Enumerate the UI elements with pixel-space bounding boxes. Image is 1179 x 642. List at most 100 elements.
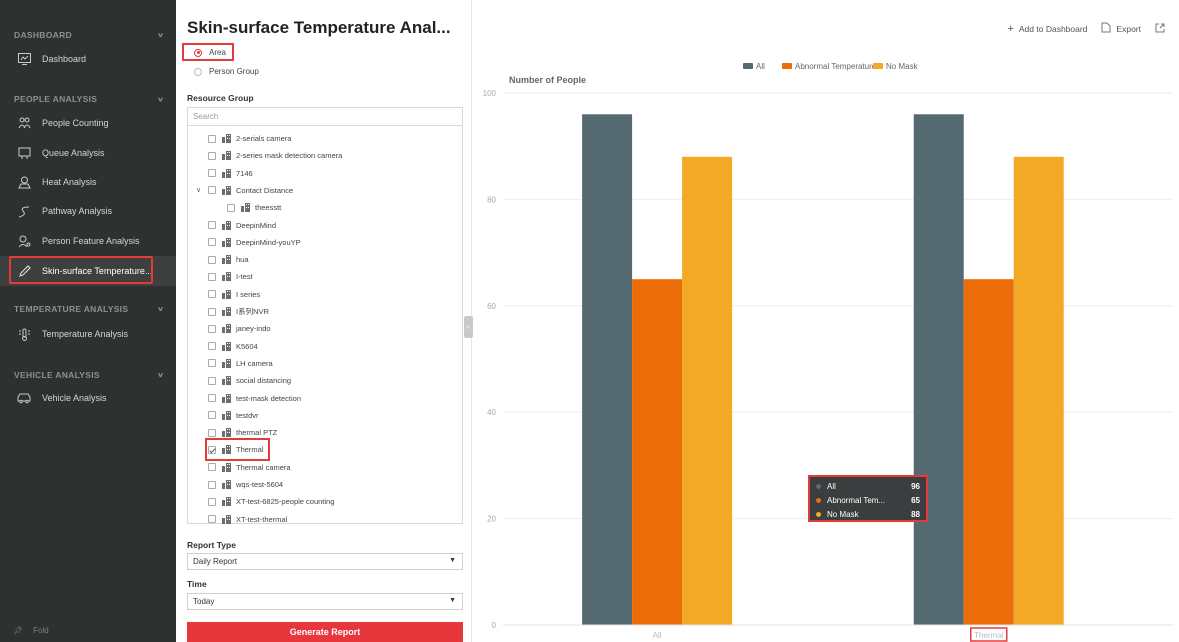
checkbox[interactable] — [227, 203, 235, 212]
checkbox[interactable] — [208, 151, 216, 160]
checkbox[interactable] — [208, 376, 216, 385]
checkbox[interactable] — [208, 134, 216, 143]
section-people-analysis[interactable]: PEOPLE ANALYSIS ∨ — [14, 94, 164, 104]
checkbox[interactable] — [208, 255, 216, 264]
sidebar-item-queue-analysis[interactable]: Queue Analysis — [0, 140, 176, 166]
tree-item-label: XT-test-thermal — [236, 514, 288, 524]
tree-item[interactable]: testdvr — [208, 407, 259, 424]
checkbox[interactable] — [208, 307, 216, 316]
building-icon — [222, 307, 231, 316]
chevron-down-icon[interactable]: ∨ — [157, 372, 164, 380]
pin-icon: 📌︎ — [13, 626, 24, 635]
tree-item[interactable]: XT-test-thermal — [208, 511, 287, 528]
tree-item[interactable]: LH camera — [208, 355, 273, 372]
chevron-down-icon[interactable]: ∨ — [157, 96, 164, 104]
building-icon — [222, 220, 231, 230]
section-vehicle-analysis[interactable]: VEHICLE ANALYSIS ∨ — [14, 370, 164, 380]
tree-item[interactable]: test-mask detection — [208, 390, 301, 407]
tree-item[interactable]: Thermal — [205, 438, 270, 462]
chevron-down-icon[interactable]: ∨ — [157, 306, 164, 314]
tree-item[interactable]: Thermal camera — [208, 459, 291, 476]
checkbox[interactable] — [208, 169, 216, 178]
time-label: Time — [187, 579, 207, 589]
page-title: Skin-surface Temperature Anal... — [187, 18, 451, 37]
tree-item[interactable]: XT-test-6825-people counting — [208, 493, 334, 510]
sidebar-item-vehicle-analysis[interactable]: Vehicle Analysis — [0, 385, 176, 411]
time-select[interactable]: Today ▼ — [187, 593, 463, 610]
pathway-icon — [17, 204, 31, 218]
tree-item[interactable]: 2-serials camera — [208, 130, 291, 147]
tree-item[interactable]: social distancing — [208, 372, 291, 389]
expand-chevron-icon[interactable]: ∨ — [196, 186, 201, 194]
bar — [682, 156, 733, 625]
sidebar-item-dashboard[interactable]: Dashboard — [0, 46, 176, 72]
tree-item-label: wqs-test-5604 — [236, 480, 284, 489]
checkbox[interactable] — [208, 272, 216, 281]
person-feature-icon — [17, 234, 31, 248]
tree-item[interactable]: janey-indo — [208, 320, 271, 337]
building-icon — [222, 497, 231, 507]
bar — [582, 114, 633, 625]
legend-dot-icon — [816, 511, 821, 517]
generate-report-button[interactable]: Generate Report — [187, 622, 463, 642]
collapse-panel-handle[interactable]: « — [464, 316, 473, 338]
tree-item[interactable]: DeepinMind — [208, 217, 276, 234]
sidebar-item-people-counting[interactable]: People Counting — [0, 110, 176, 136]
checkbox[interactable] — [208, 186, 216, 195]
checkbox[interactable] — [208, 497, 216, 506]
y-tick-label: 60 — [487, 302, 496, 311]
checkbox[interactable] — [208, 290, 216, 299]
sidebar-item-person-feature-analysis[interactable]: Person Feature Analysis — [0, 228, 176, 254]
tooltip-row-all: All 96 — [816, 479, 920, 493]
checkbox[interactable] — [208, 221, 216, 229]
tree-item[interactable]: 7146 — [208, 165, 253, 182]
sidebar-item-skin-surface-temperature[interactable]: Skin-surface Temperature... — [0, 256, 176, 286]
checkbox[interactable] — [208, 411, 216, 420]
sidebar-item-label: Queue Analysis — [42, 148, 105, 158]
tree-item[interactable]: DeepinMind-youYP — [208, 234, 301, 251]
legend-label: No Mask — [886, 62, 919, 71]
section-temperature-analysis[interactable]: TEMPERATURE ANALYSIS ∨ — [14, 304, 164, 314]
tree-item[interactable]: theesstt — [227, 199, 281, 216]
filter-panel: Skin-surface Temperature Anal... Area Pe… — [177, 0, 472, 642]
tree-item[interactable]: thermal PTZ — [208, 424, 277, 441]
radio-area[interactable]: Area — [194, 48, 226, 57]
search-input[interactable]: Search — [188, 108, 462, 126]
chart-tooltip: All 96 Abnormal Tem... 65 No Mask 88 — [808, 475, 928, 522]
checkbox[interactable] — [208, 445, 216, 454]
checkbox[interactable] — [208, 428, 216, 437]
checkbox[interactable] — [208, 359, 216, 368]
chevron-down-icon[interactable]: ∨ — [157, 32, 164, 40]
tree-item-label: Contact Distance — [236, 185, 294, 195]
tree-item[interactable]: hua — [208, 251, 249, 268]
sidebar-item-heat-analysis[interactable]: Heat Analysis — [0, 169, 176, 195]
sidebar-item-temperature-analysis[interactable]: Temperature Analysis — [0, 321, 176, 347]
building-icon — [222, 289, 231, 299]
checkbox[interactable] — [208, 324, 216, 333]
report-type-select[interactable]: Daily Report ▼ — [187, 553, 463, 570]
tree-item[interactable]: wqs-test-5604 — [208, 476, 283, 493]
checkbox[interactable] — [208, 515, 216, 524]
sidebar-item-pathway-analysis[interactable]: Pathway Analysis — [0, 198, 176, 224]
tree-item[interactable]: ∨ Contact Distance — [196, 182, 294, 199]
tooltip-row-no-mask: No Mask 88 — [816, 507, 920, 521]
checkbox[interactable] — [208, 238, 216, 247]
section-dashboard[interactable]: DASHBOARD ∨ — [14, 30, 164, 40]
y-axis-label: Number of People — [509, 75, 586, 85]
tree-item[interactable]: K5604 — [208, 338, 258, 355]
tree-item-label: DeepinMind-youYP — [236, 237, 301, 247]
tree-item[interactable]: I系列NVR — [208, 303, 269, 320]
tree-item[interactable]: I-test — [208, 268, 253, 285]
checkbox[interactable] — [208, 342, 216, 351]
y-tick-label: 40 — [487, 408, 496, 417]
tree-item[interactable]: 2-series mask detection camera — [208, 147, 342, 164]
radio-person-group[interactable]: Person Group — [194, 67, 259, 76]
checkbox[interactable] — [208, 463, 216, 472]
checkbox[interactable] — [208, 394, 216, 402]
tooltip-row-abnormal: Abnormal Tem... 65 — [816, 493, 920, 507]
tree-item[interactable]: I series — [208, 286, 260, 303]
fold-button[interactable]: 📌︎ Fold — [13, 626, 49, 635]
tree-item-label: 2-serials camera — [236, 134, 292, 143]
checkbox[interactable] — [208, 480, 216, 489]
sidebar: DASHBOARD ∨ Dashboard PEOPLE ANALYSIS ∨ Pe… — [0, 0, 176, 642]
